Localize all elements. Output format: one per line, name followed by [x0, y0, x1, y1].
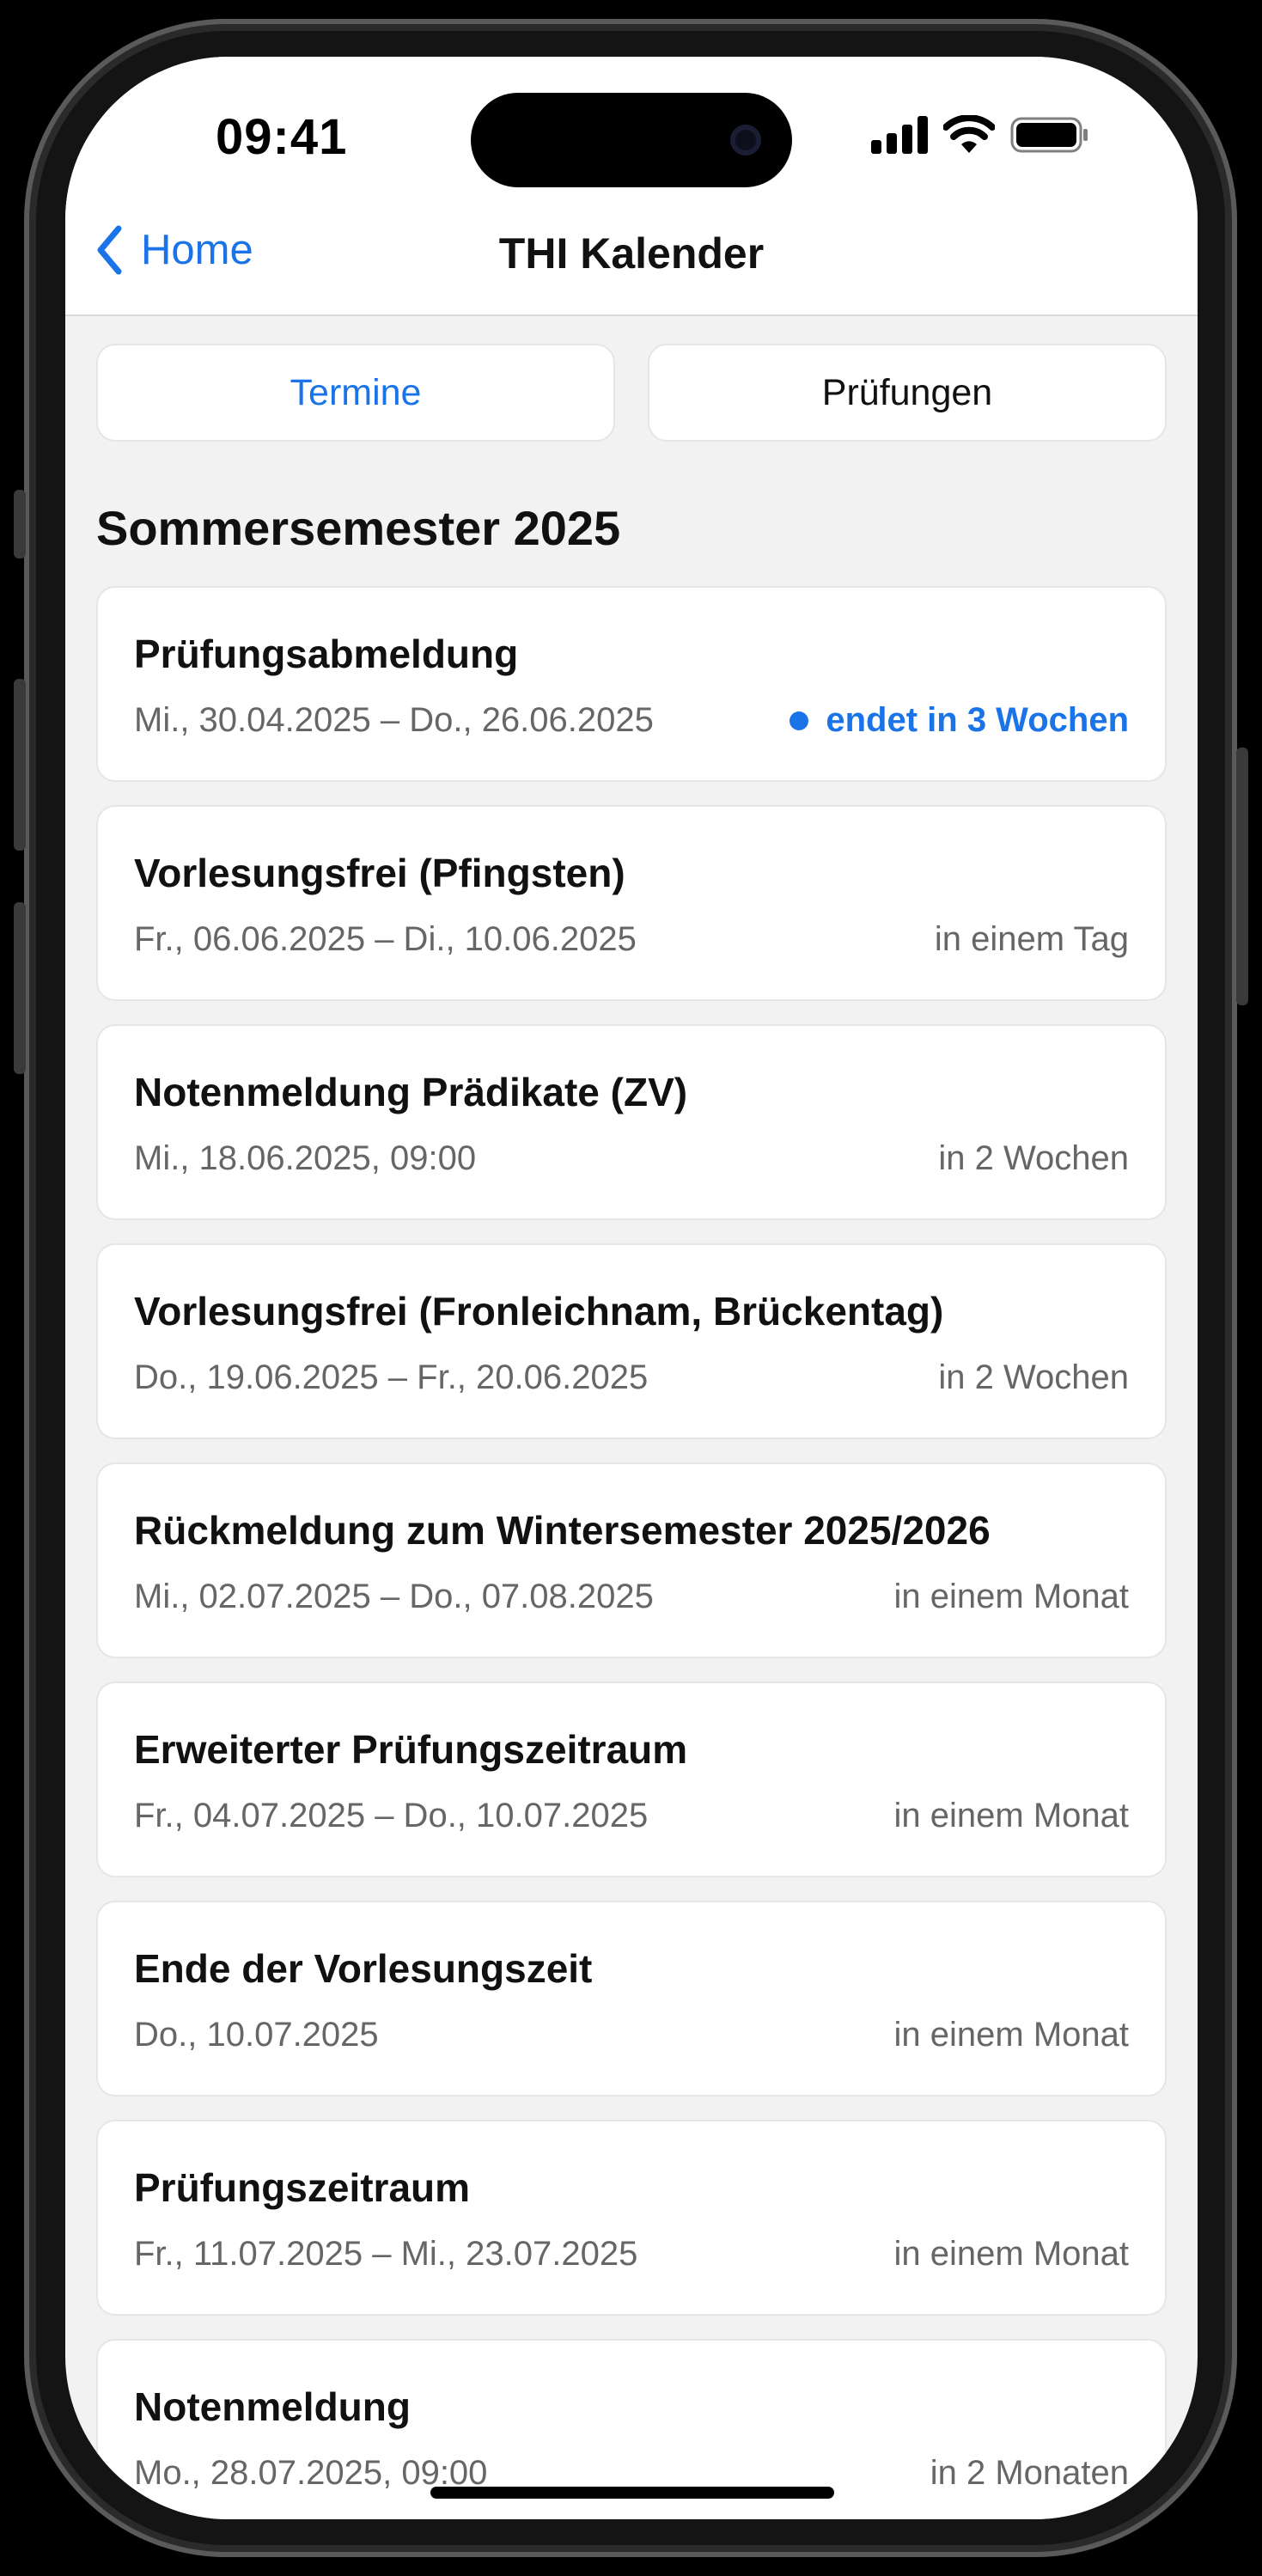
event-card[interactable]: Rückmeldung zum Wintersemester 2025/2026…	[96, 1462, 1167, 1658]
event-card[interactable]: Prüfungsabmeldung Mi., 30.04.2025 – Do.,…	[96, 586, 1167, 782]
event-card[interactable]: Vorlesungsfrei (Fronleichnam, Brückentag…	[96, 1243, 1167, 1439]
action-button	[14, 490, 26, 559]
event-relative-time: in einem Monat	[893, 2016, 1129, 2054]
tab-termine[interactable]: Termine	[96, 344, 615, 442]
event-card[interactable]: Erweiterter Prüfungszeitraum Fr., 04.07.…	[96, 1682, 1167, 1877]
event-date: Do., 19.06.2025 – Fr., 20.06.2025	[134, 1358, 649, 1396]
event-date: Do., 10.07.2025	[134, 2016, 379, 2054]
event-relative-time: in 2 Wochen	[938, 1358, 1129, 1396]
event-title: Erweiterter Prüfungszeitraum	[134, 1727, 688, 1772]
event-card[interactable]: Vorlesungsfrei (Pfingsten) Fr., 06.06.20…	[96, 805, 1167, 1001]
event-relative-label: endet in 3 Wochen	[826, 701, 1129, 739]
active-dot-icon	[790, 711, 809, 730]
front-camera-icon	[730, 125, 761, 156]
status-time: 09:41	[216, 109, 348, 165]
power-button	[1236, 748, 1248, 1005]
volume-up-button	[14, 679, 26, 851]
event-title: Rückmeldung zum Wintersemester 2025/2026	[134, 1508, 991, 1553]
event-relative-time: endet in 3 Wochen	[790, 701, 1129, 740]
status-icons	[871, 115, 1089, 155]
event-relative-time: in 2 Wochen	[938, 1139, 1129, 1177]
volume-down-button	[14, 902, 26, 1074]
cellular-signal-icon	[871, 116, 928, 154]
tab-pruefungen[interactable]: Prüfungen	[648, 344, 1167, 442]
event-list: Prüfungsabmeldung Mi., 30.04.2025 – Do.,…	[96, 586, 1167, 2519]
section-title: Sommersemester 2025	[96, 501, 621, 555]
event-title: Ende der Vorlesungszeit	[134, 1946, 593, 1991]
event-card[interactable]: Ende der Vorlesungszeit Do., 10.07.2025 …	[96, 1901, 1167, 2097]
battery-icon	[1010, 117, 1088, 153]
page-title: THI Kalender	[498, 229, 765, 278]
event-relative-time: in einem Monat	[893, 2235, 1129, 2273]
event-date: Fr., 06.06.2025 – Di., 10.06.2025	[134, 920, 637, 958]
event-date: Fr., 04.07.2025 – Do., 10.07.2025	[134, 1797, 649, 1834]
event-title: Notenmeldung	[134, 2384, 411, 2429]
event-relative-time: in einem Monat	[893, 1578, 1129, 1615]
event-date: Mi., 30.04.2025 – Do., 26.06.2025	[134, 701, 654, 739]
dynamic-island	[471, 93, 792, 187]
event-title: Vorlesungsfrei (Fronleichnam, Brückentag…	[134, 1289, 944, 1334]
event-date: Mi., 02.07.2025 – Do., 07.08.2025	[134, 1578, 654, 1615]
event-date: Mi., 18.06.2025, 09:00	[134, 1139, 477, 1177]
home-indicator[interactable]	[430, 2487, 834, 2499]
event-card[interactable]: Prüfungszeitraum Fr., 11.07.2025 – Mi., …	[96, 2120, 1167, 2316]
segmented-control: Termine Prüfungen	[96, 344, 1167, 442]
event-title: Notenmeldung Prädikate (ZV)	[134, 1070, 688, 1114]
event-card[interactable]: Notenmeldung Prädikate (ZV) Mi., 18.06.2…	[96, 1024, 1167, 1220]
event-relative-time: in 2 Monaten	[930, 2454, 1129, 2492]
event-relative-time: in einem Tag	[934, 920, 1129, 958]
event-title: Vorlesungsfrei (Pfingsten)	[134, 851, 625, 895]
event-relative-time: in einem Monat	[893, 1797, 1129, 1834]
header: 09:41 Home THI Kalender	[65, 57, 1198, 316]
app-screen: 09:41 Home THI Kalender Termine Prüfunge…	[65, 57, 1198, 2519]
event-title: Prüfungszeitraum	[134, 2165, 471, 2210]
event-title: Prüfungsabmeldung	[134, 632, 519, 676]
wifi-icon	[943, 115, 995, 153]
event-date: Fr., 11.07.2025 – Mi., 23.07.2025	[134, 2235, 638, 2273]
